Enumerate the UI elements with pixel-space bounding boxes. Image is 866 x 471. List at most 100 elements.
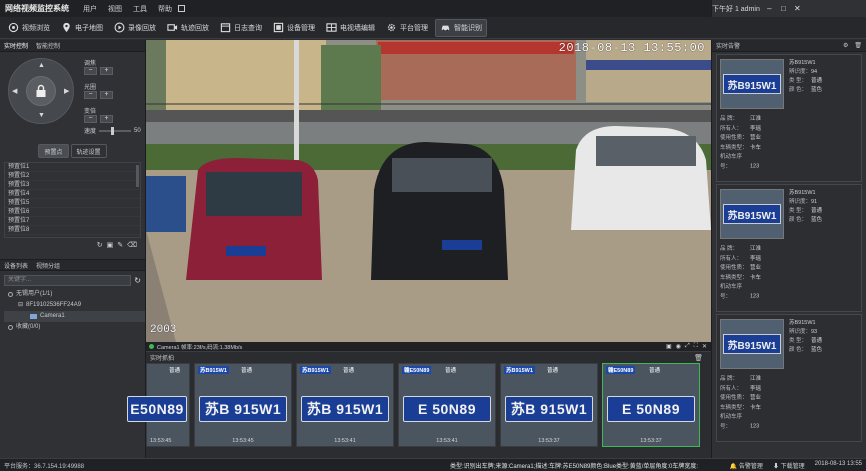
captures-header: 实时抓拍 🗑	[146, 351, 711, 363]
list-item[interactable]: 预置位8	[5, 226, 140, 235]
tab-realtime-control[interactable]: 实时控制	[4, 41, 28, 50]
toolbar-platform-manage[interactable]: 平台管理	[382, 19, 432, 37]
gear-icon	[386, 22, 397, 33]
edit-icon[interactable]: ✎	[117, 241, 123, 249]
tree-node-camera[interactable]: Camera1	[4, 311, 145, 322]
device-search: 关键字... ↻	[4, 274, 141, 286]
device-tree: 无锡用户(1/1) ⊟ 8F19102536FF24A9 Camera1 收藏(…	[0, 289, 145, 333]
capture-item[interactable]: 赣E50N89 普通 E 50N89 13:53:37	[602, 363, 700, 447]
list-item[interactable]: 预置位6	[5, 208, 140, 217]
zoom-minus-button[interactable]: −	[84, 115, 97, 123]
list-item[interactable]: 预置位3	[5, 181, 140, 190]
fullscreen-icon[interactable]: ⛶	[694, 343, 698, 350]
device-icon	[273, 22, 284, 33]
search-input[interactable]: 关键字...	[4, 274, 132, 286]
capture-item[interactable]: 苏B915W1 普通 苏B 915W1 13:53:37	[500, 363, 598, 447]
capture-item[interactable]: 苏B915W1 普通 苏B 915W1 13:53:45	[194, 363, 292, 447]
menu-tools[interactable]: 工具	[133, 4, 147, 14]
list-item[interactable]: 预置位1	[5, 163, 140, 172]
stream-info: Camera1 帧率:23f/s,码流:1.38Mb/s	[157, 344, 243, 351]
snapshot-icon[interactable]: ▣	[666, 343, 672, 350]
latest-alarm[interactable]: 类型:识别出车牌;来源:Camera1;描述:车牌:苏E50N89颜色:Blue…	[448, 461, 698, 470]
plate-thumbnail: 苏B915W1	[720, 319, 784, 369]
ptz-iris-control: 光圈 − +	[84, 82, 113, 101]
focus-minus-button[interactable]: −	[84, 67, 97, 75]
toolbar-smart-recognition[interactable]: 智能识别	[435, 18, 487, 37]
title-bar: 网络视频监控系统 用户 视图 工具 帮助 下午好 1 admin – □ ✕	[0, 0, 866, 17]
iris-minus-button[interactable]: −	[84, 91, 97, 99]
tree-node[interactable]: 无锡用户(1/1)	[4, 289, 145, 300]
alarm-card[interactable]: 苏B915W1 苏B915W1 辨识度：91 类 型： 普通 颜 色： 蓝色 品 牌…	[716, 184, 862, 312]
refresh-icon[interactable]: ↻	[134, 276, 141, 285]
tab-video-group[interactable]: 视频分组	[36, 261, 60, 270]
arrow-left-icon[interactable]: ◀	[12, 87, 17, 95]
ptz-focus-control: 调焦 − +	[84, 58, 113, 77]
osd-timestamp: 2018-08-13 13:55:00	[558, 41, 705, 55]
toolbar-emap[interactable]: 电子地图	[57, 19, 107, 37]
focus-plus-button[interactable]: +	[100, 67, 113, 75]
arrow-down-icon[interactable]: ▼	[38, 112, 45, 119]
iris-plus-button[interactable]: +	[100, 91, 113, 99]
download-manage-button[interactable]: ⬇ 下载管理	[773, 461, 805, 470]
trash-icon[interactable]: 🗑	[694, 354, 703, 362]
capture-item[interactable]: 苏B915W1 普通 苏B 915W1 13:53:41	[296, 363, 394, 447]
plate-image: 苏B 915W1	[301, 396, 389, 422]
gear-icon[interactable]: ⚙	[843, 42, 848, 49]
speed-slider[interactable]	[99, 126, 132, 135]
app-title: 网络视频监控系统	[5, 4, 69, 13]
captures-strip: 普通 E50N89 13:53:45 苏B915W1 普通 苏B 915W1 1…	[127, 363, 711, 447]
minimize-icon[interactable]: –	[765, 4, 774, 13]
record-icon[interactable]: ◉	[676, 343, 681, 350]
plate-image: 苏B 915W1	[505, 396, 593, 422]
toolbar-device-manage[interactable]: 设备管理	[269, 19, 319, 37]
call-preset-icon[interactable]: ▣	[107, 241, 114, 249]
refresh-icon[interactable]: ↻	[97, 241, 103, 249]
trash-icon[interactable]: 🗑	[854, 42, 862, 49]
preset-subtabs: 预置点 轨迹设置	[0, 144, 145, 158]
menu-help[interactable]: 帮助	[158, 4, 172, 14]
left-panel: 实时控制 智能控制 ▲ ▼ ◀ ▶ 调焦 − + 光圈 − + 变倍 − + 速度 5…	[0, 40, 146, 458]
server-address: 平台服务：36.7.154.19:49988	[4, 463, 85, 470]
list-item[interactable]: 预置位2	[5, 172, 140, 181]
tree-node[interactable]: 收藏(0/0)	[4, 322, 145, 333]
toolbar-log-query[interactable]: 日志查询	[216, 19, 266, 37]
list-item[interactable]: 预置位7	[5, 217, 140, 226]
tab-device-list[interactable]: 设备列表	[4, 261, 28, 270]
tab-track-settings[interactable]: 轨迹设置	[70, 144, 107, 158]
speed-value: 50	[134, 127, 141, 134]
video-view[interactable]: 2018-08-13 13:55:00 2003	[146, 40, 711, 342]
ptz-lock-button[interactable]	[26, 76, 56, 106]
tab-smart-control[interactable]: 智能控制	[36, 41, 60, 50]
toolbar-record-playback[interactable]: 录像回放	[110, 19, 160, 37]
alarm-card[interactable]: 苏B915W1 苏B915W1 辨识度：93 类 型： 普通 颜 色： 蓝色 品 牌…	[716, 314, 862, 442]
list-item[interactable]: 预置位4	[5, 190, 140, 199]
fullscreen-icon[interactable]	[178, 5, 185, 12]
alarm-card[interactable]: 苏B915W1 苏B915W1 辨识度：94 类 型： 普通 颜 色： 蓝色 品 牌…	[716, 54, 862, 182]
delete-icon[interactable]: ⌫	[127, 241, 137, 249]
maximize-icon[interactable]: □	[779, 4, 788, 13]
capture-item[interactable]: 普通 E50N89 13:53:45	[127, 363, 190, 447]
zoom-icon[interactable]: ⤢	[685, 343, 690, 350]
preset-tools: ↻ ▣ ✎ ⌫	[0, 238, 145, 249]
arrow-right-icon[interactable]: ▶	[64, 87, 69, 95]
plate-number: 苏B915W1	[789, 60, 816, 66]
scrollbar[interactable]	[136, 165, 139, 187]
plate-thumbnail: 苏B915W1	[720, 189, 784, 239]
grid-icon	[326, 22, 337, 33]
close-icon[interactable]: ✕	[702, 343, 707, 350]
toolbar-track-playback[interactable]: 轨迹回放	[163, 19, 213, 37]
tree-node[interactable]: ⊟ 8F19102536FF24A9	[4, 300, 145, 311]
alarm-manage-button[interactable]: 🔔 告警管理	[730, 461, 763, 470]
list-item[interactable]: 预置位5	[5, 199, 140, 208]
capture-item[interactable]: 赣E50N89 普通 E 50N89 13:53:41	[398, 363, 496, 447]
main-toolbar: 视频浏览 电子地图 录像回放 轨迹回放 日志查询 设备管理 电视墙编辑 平台管理…	[0, 17, 866, 39]
close-icon[interactable]: ✕	[793, 4, 802, 13]
menu-view[interactable]: 视图	[108, 4, 122, 14]
toolbar-tvwall-edit[interactable]: 电视墙编辑	[322, 19, 379, 37]
arrow-up-icon[interactable]: ▲	[38, 62, 45, 69]
zoom-plus-button[interactable]: +	[100, 115, 113, 123]
toolbar-video-browse[interactable]: 视频浏览	[4, 19, 54, 37]
tab-presets[interactable]: 预置点	[38, 144, 69, 158]
menu-user[interactable]: 用户	[83, 4, 97, 14]
expand-icon[interactable]: ⊟	[18, 300, 23, 311]
